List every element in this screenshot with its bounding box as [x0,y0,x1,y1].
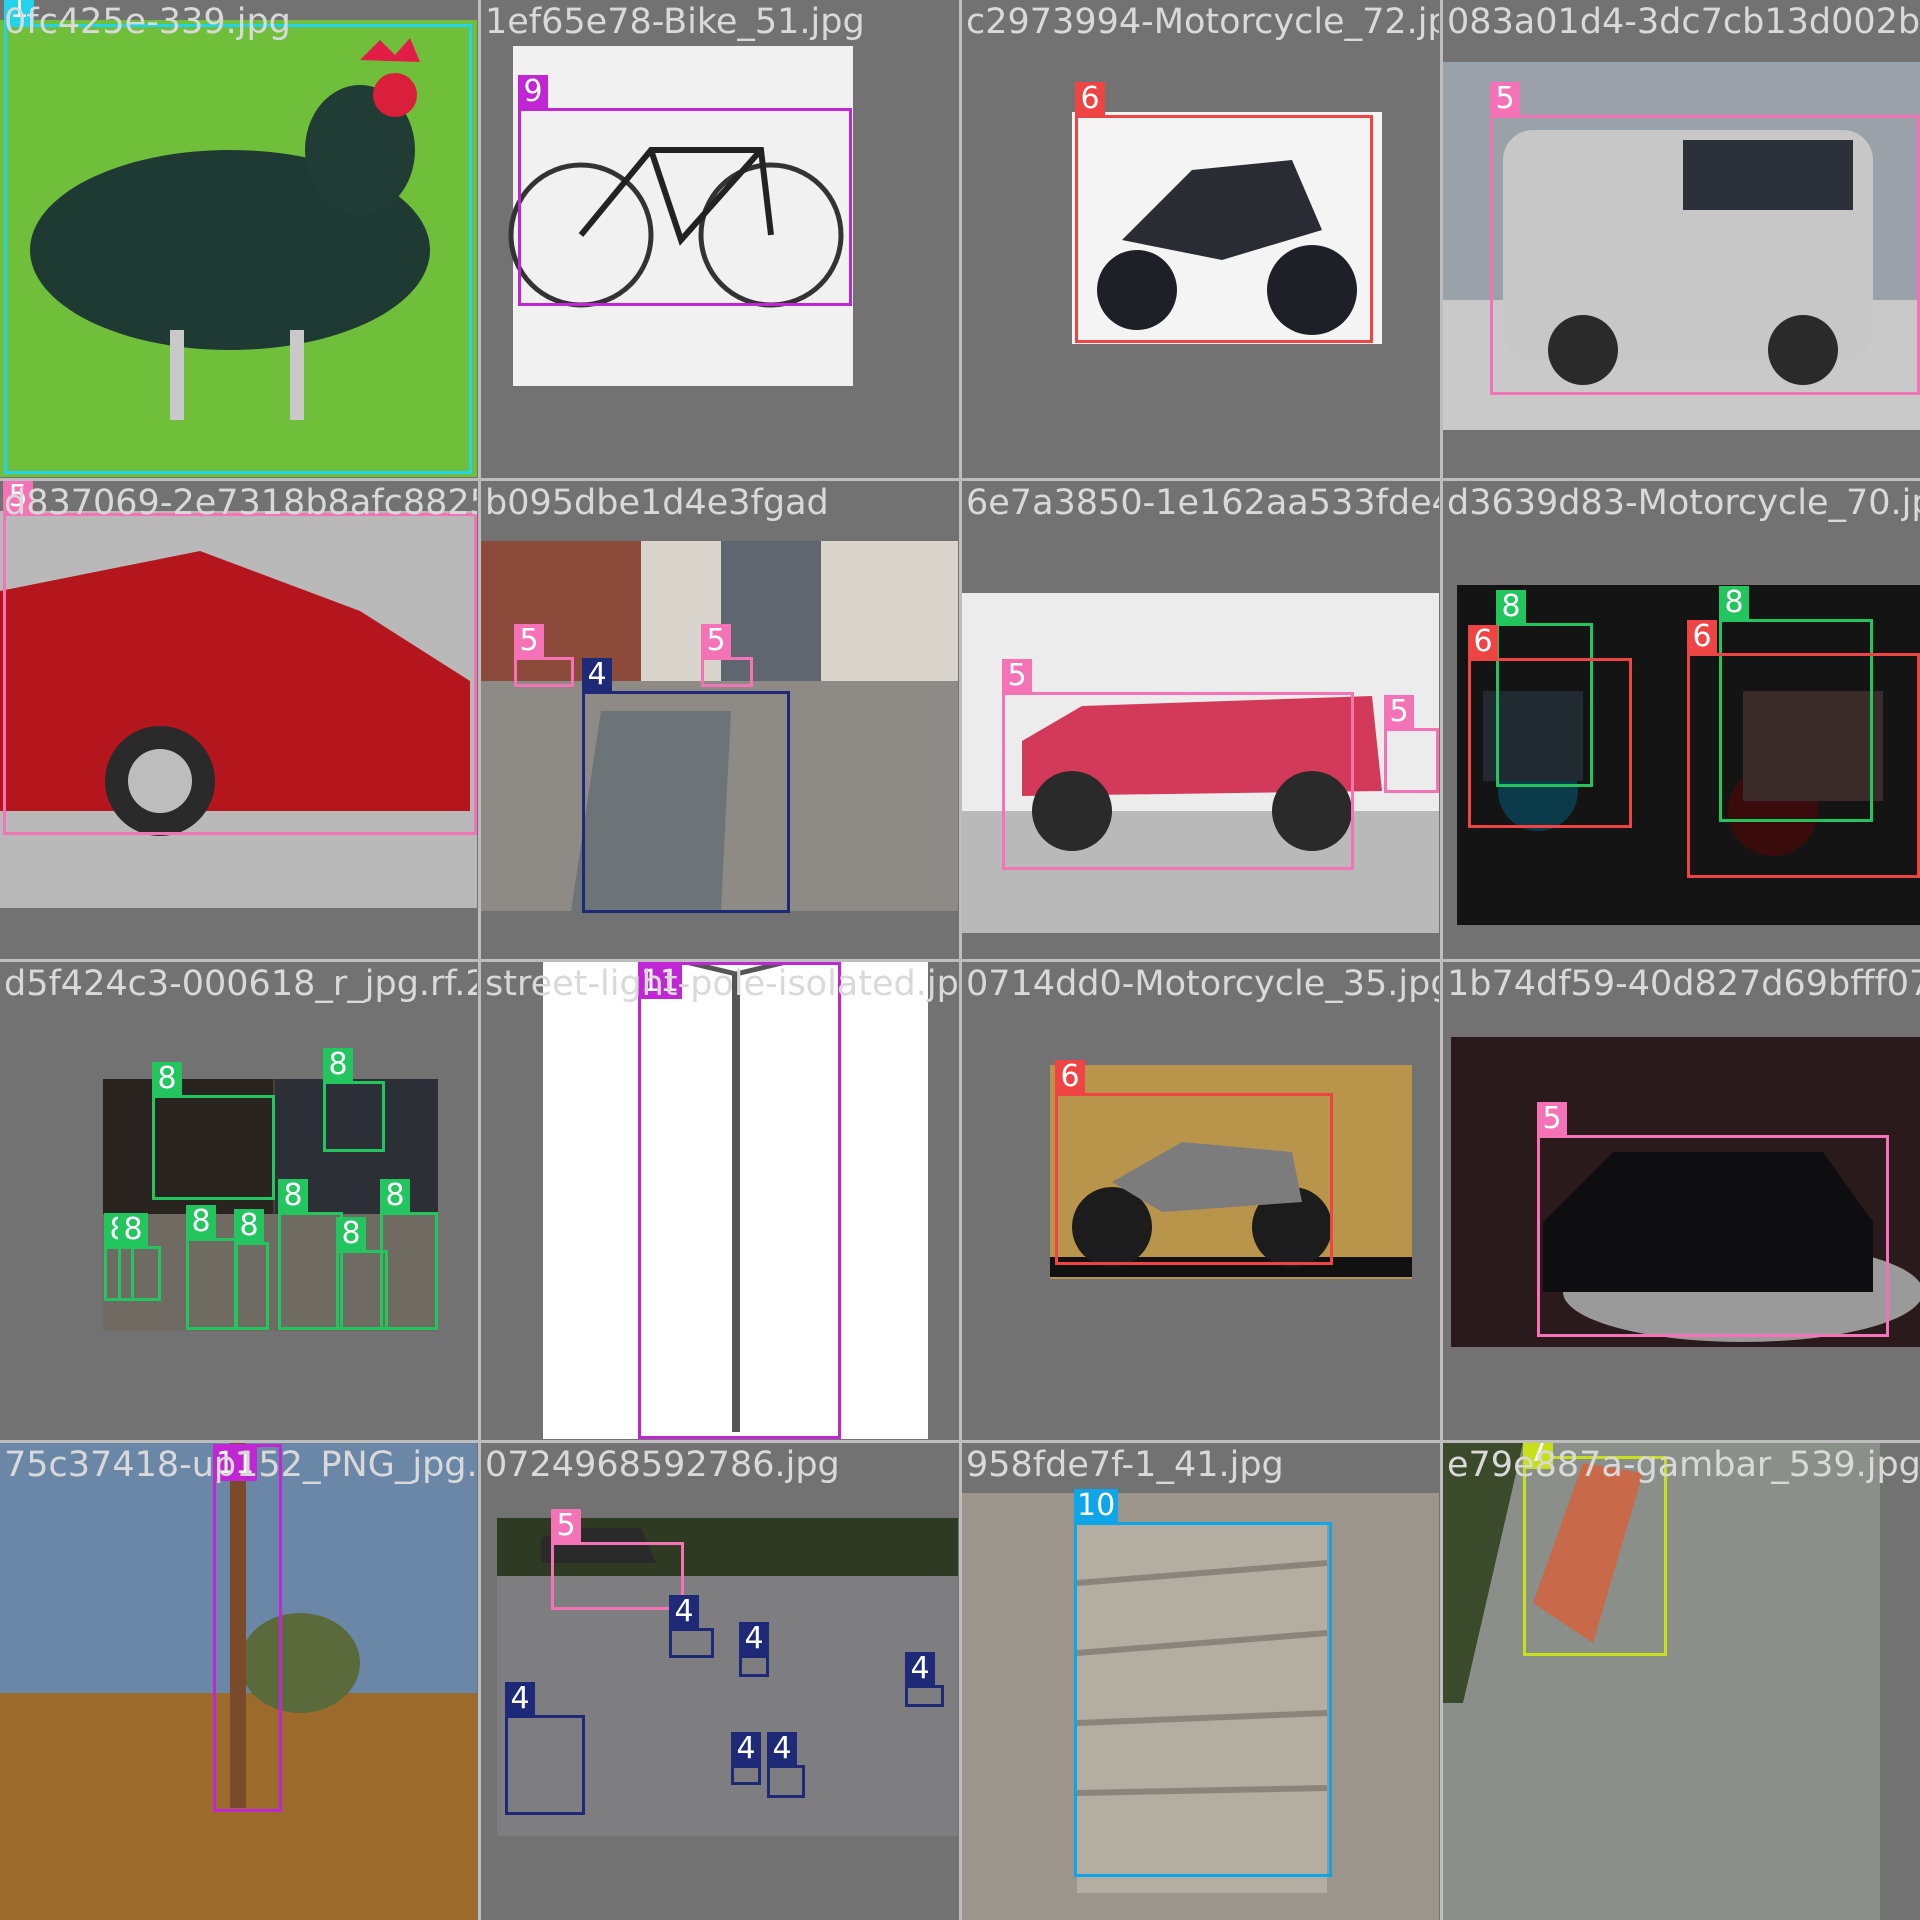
bbox: 5 [1490,82,1920,395]
bbox: 6 [1055,1060,1333,1265]
bbox: 6 [1075,82,1373,343]
bbox: 6 [1687,620,1920,878]
filename-label: street-light-pole-isolated.jpg [485,964,958,1004]
bbox: 4 [582,658,790,913]
filename-label: e79e887a-gambar_539.jpg [1447,1445,1920,1485]
filename-label: 1ef65e78-Bike_51.jpg [485,2,865,42]
bbox: 11 [638,962,841,1439]
bbox: 4 [767,1732,805,1798]
filename-label: 75c37418-up152_PNG_jpg.r [4,1445,477,1485]
filename-label: 958fde7f-1_41.jpg [966,1445,1284,1485]
class-label: 4 [739,1622,769,1656]
class-label: 5 [514,624,544,658]
tile-road-potholes: 5 4 4 4 4 4 4 0724968592786.jpg [481,1443,958,1920]
bbox: 5 [551,1509,684,1610]
bbox: 4 [739,1622,769,1677]
tile-red-car: 5 d837069-2e7318b8afc8825 [0,481,477,958]
tile-people-collage: 8 8 8 8 8 8 8 8 8 d5f424c3-000618_r_jpg.… [0,962,477,1439]
class-label: 5 [701,624,731,658]
bbox: 6 [1468,625,1632,828]
class-label: 5 [1490,82,1520,116]
tile-bicycle: 9 1ef65e78-Bike_51.jpg [481,0,958,477]
bbox: 4 [731,1732,761,1785]
class-label: 8 [234,1209,264,1243]
class-label: 4 [767,1732,797,1766]
class-label: 4 [669,1595,699,1629]
tile-motorcycle: 6 c2973994-Motorcycle_72.jpg [962,0,1439,477]
class-label: 8 [186,1205,216,1239]
bbox: 4 [505,1682,585,1815]
bbox: 8 [186,1205,238,1330]
bbox: 5 [1537,1102,1889,1337]
bbox: 5 [1384,695,1439,793]
filename-label: d837069-2e7318b8afc8825 [4,483,477,523]
bbox: 8 [118,1213,161,1301]
tile-jeep: 5 5 6e7a3850-1e162aa533fde49 [962,481,1439,958]
bbox: 8 [323,1048,385,1152]
grid-divider [0,959,1920,962]
filename-label: 0714dd0-Motorcycle_35.jpg [966,964,1439,1004]
class-label: 8 [323,1048,353,1082]
filename-label: 1b74df59-40d827d69bfff072 [1447,964,1920,1004]
bbox: 7 [1523,1443,1667,1656]
class-label: 8 [380,1179,410,1213]
class-label: 10 [1074,1489,1119,1523]
class-label: 8 [336,1217,366,1251]
tile-black-car: 5 1b74df59-40d827d69bfff072 [1443,962,1920,1439]
grid-divider [0,478,1920,481]
filename-label: c2973994-Motorcycle_72.jpg [966,2,1439,42]
class-label: 8 [118,1213,148,1247]
tile-wooden-pole: 11 75c37418-up152_PNG_jpg.r [0,1443,477,1920]
bbox: 4 [669,1595,714,1658]
grid-divider [0,1440,1920,1443]
bbox: 5 [701,624,753,687]
tile-lamp-pole: 11 street-light-pole-isolated.jpg [481,962,958,1439]
tile-barrier-sidewalk: 7 e79e887a-gambar_539.jpg [1443,1443,1920,1920]
bbox: 10 [1074,1489,1332,1877]
class-label: 8 [278,1179,308,1213]
tile-motorcycle-bmw: 6 0714dd0-Motorcycle_35.jpg [962,962,1439,1439]
class-label: 5 [1002,659,1032,693]
class-label: 6 [1687,620,1717,654]
filename-label: 0fc425e-339.jpg [4,2,291,42]
class-label: 6 [1468,625,1498,659]
bbox: 5 [514,624,574,687]
filename-label: 083a01d4-3dc7cb13d002ba [1447,2,1920,42]
class-label: 8 [152,1062,182,1096]
class-label: 4 [905,1652,935,1686]
tile-mt15-poster: 8 8 6 6 d3639d83-Motorcycle_70.jpg [1443,481,1920,958]
tile-stone-steps: 10 958fde7f-1_41.jpg [962,1443,1439,1920]
filename-label: 0724968592786.jpg [485,1445,840,1485]
filename-label: d5f424c3-000618_r_jpg.rf.2e [4,964,477,1004]
bbox: 1 [4,0,472,474]
filename-label: 6e7a3850-1e162aa533fde49 [966,483,1439,523]
bbox: 8 [278,1179,343,1330]
class-label: 8 [1496,590,1526,624]
bbox: 5 [1002,659,1354,870]
class-label: 5 [551,1509,581,1543]
class-label: 6 [1055,1060,1085,1094]
bbox: 8 [152,1062,275,1200]
class-label: 9 [518,75,548,109]
filename-label: b095dbe1d4e3fgad [485,483,829,523]
class-label: 4 [582,658,612,692]
class-label: 6 [1075,82,1105,116]
class-label: 5 [1537,1102,1567,1136]
bbox: 8 [234,1209,269,1330]
bbox: 5 [3,481,477,835]
class-label: 4 [505,1682,535,1716]
class-label: 4 [731,1732,761,1766]
bbox: 11 [213,1444,282,1812]
bbox: 9 [518,75,852,306]
bbox: 4 [905,1652,944,1707]
tile-street-pothole: 5 5 4 b095dbe1d4e3fgad [481,481,958,958]
detection-mosaic: 1 0fc425e-339.jpg 9 1ef65e78-Bike_51.jpg… [0,0,1920,1920]
bbox: 8 [380,1179,438,1330]
tile-van: 5 083a01d4-3dc7cb13d002ba [1443,0,1920,477]
tile-hen: 1 0fc425e-339.jpg [0,0,477,477]
filename-label: d3639d83-Motorcycle_70.jpg [1447,483,1920,523]
sidewalk-photo [1443,1443,1920,1920]
class-label: 5 [1384,695,1414,729]
class-label: 8 [1719,586,1749,620]
